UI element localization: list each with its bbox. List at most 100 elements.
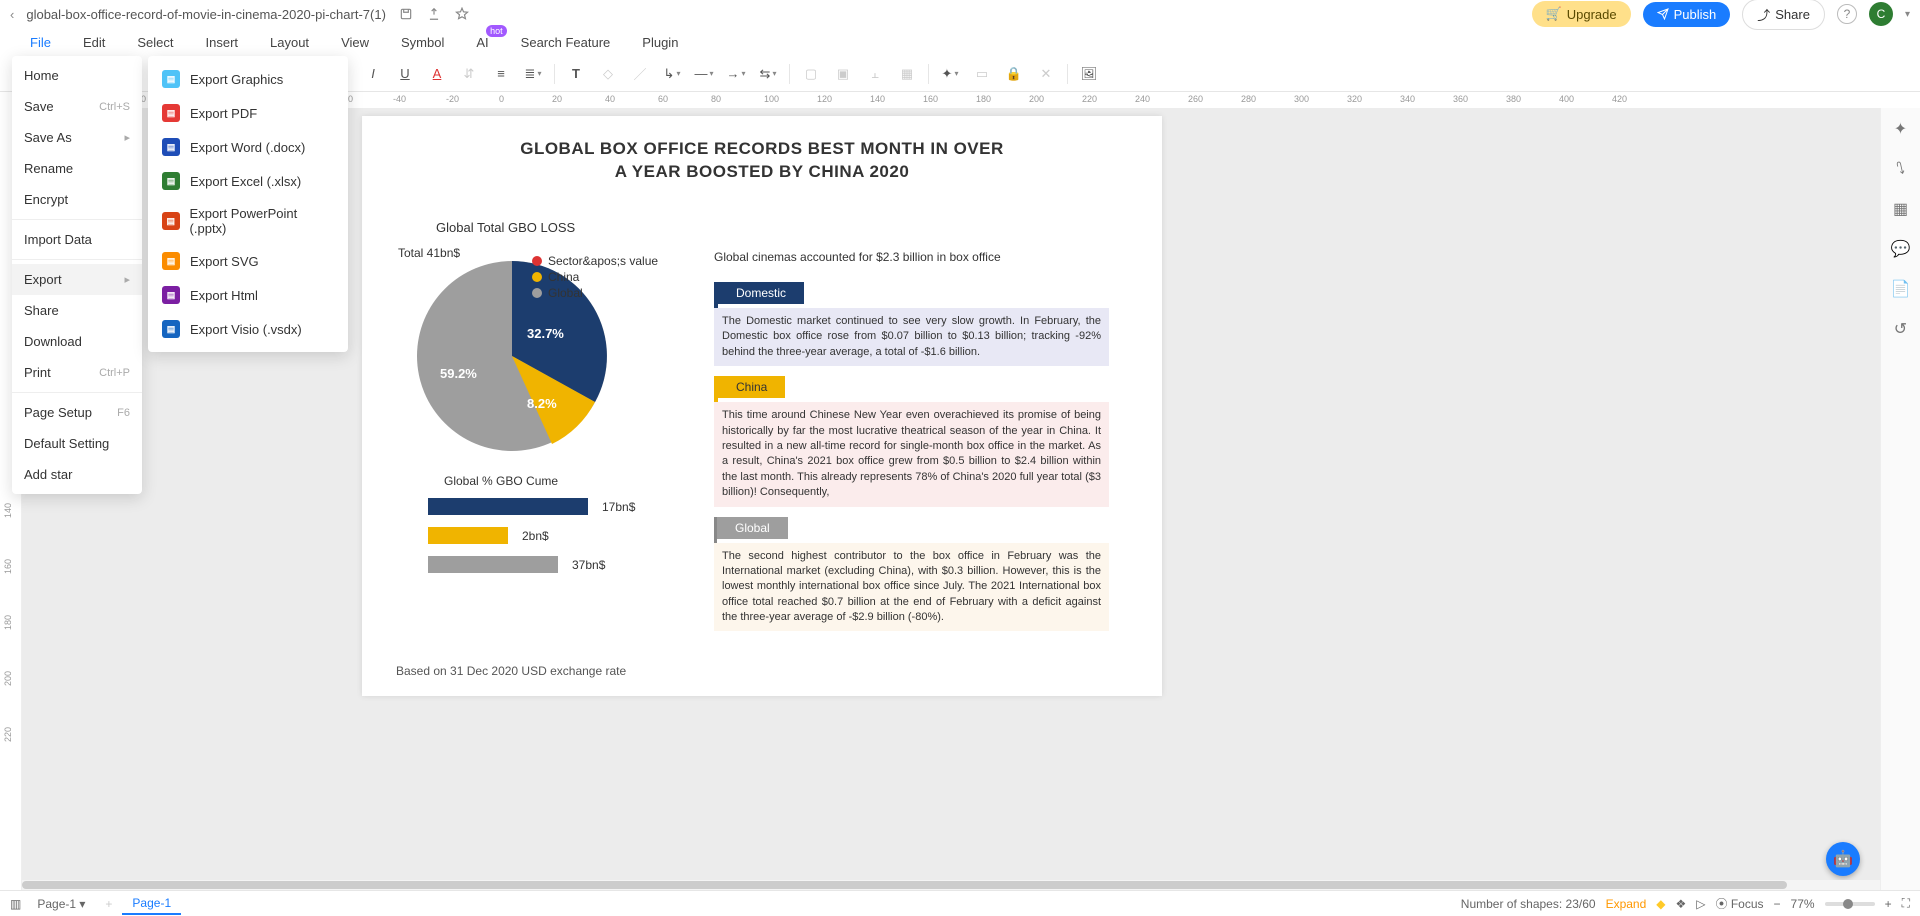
- export-export-graphics[interactable]: ▤Export Graphics: [148, 62, 348, 96]
- avatar-menu-caret[interactable]: ▾: [1905, 9, 1910, 20]
- right-sidebar: ✦ ⭛ ▦ 💬 📄 ↺: [1880, 108, 1920, 890]
- upgrade-button[interactable]: 🛒 Upgrade: [1532, 1, 1631, 27]
- layers-icon[interactable]: ❖: [1676, 897, 1687, 911]
- file-menu-default-setting[interactable]: Default Setting: [12, 428, 142, 459]
- shapes-count: Number of shapes: 23/60: [1461, 897, 1596, 911]
- layer-button-1[interactable]: ▢: [800, 63, 822, 85]
- lock-button[interactable]: 🔒: [1003, 63, 1025, 85]
- crop-button[interactable]: ▭: [971, 63, 993, 85]
- line-weight-button[interactable]: ―: [693, 63, 715, 85]
- menu-layout[interactable]: Layout: [270, 35, 309, 50]
- export-icon[interactable]: [426, 6, 442, 22]
- upgrade-label: Upgrade: [1567, 7, 1617, 22]
- image-button[interactable]: 🖼: [1078, 63, 1100, 85]
- file-menu-share[interactable]: Share: [12, 295, 142, 326]
- comment-icon[interactable]: 💬: [1890, 238, 1912, 260]
- export-submenu: ▤Export Graphics▤Export PDF▤Export Word …: [148, 56, 348, 352]
- title-bar: ‹ global-box-office-record-of-movie-in-c…: [0, 0, 1920, 28]
- export-export-powerpoint-pptx-[interactable]: ▤Export PowerPoint (.pptx): [148, 198, 348, 244]
- star-icon[interactable]: [454, 6, 470, 22]
- chat-bubble-icon[interactable]: 🤖: [1826, 842, 1860, 876]
- menu-symbol[interactable]: Symbol: [401, 35, 444, 50]
- legend-china: China: [548, 270, 579, 284]
- menu-view[interactable]: View: [341, 35, 369, 50]
- file-menu-save-as[interactable]: Save As▸: [12, 122, 142, 153]
- effects-button[interactable]: ✦: [939, 63, 961, 85]
- fill-button[interactable]: ◇: [597, 63, 619, 85]
- publish-label: Publish: [1674, 7, 1717, 22]
- export-export-excel-xlsx-[interactable]: ▤Export Excel (.xlsx): [148, 164, 348, 198]
- file-menu-download[interactable]: Download: [12, 326, 142, 357]
- menu-select[interactable]: Select: [137, 35, 173, 50]
- text-tool-button[interactable]: T: [565, 63, 587, 85]
- publish-button[interactable]: Publish: [1643, 2, 1731, 27]
- legend-title: Sector&apos;s value: [548, 254, 658, 268]
- arrow-style-button[interactable]: ⇆: [757, 63, 779, 85]
- line-spacing-button[interactable]: ≣: [522, 63, 544, 85]
- group-button[interactable]: ▦: [896, 63, 918, 85]
- file-menu-home[interactable]: Home: [12, 60, 142, 91]
- italic-button[interactable]: I: [362, 63, 384, 85]
- file-menu-add-star[interactable]: Add star: [12, 459, 142, 490]
- file-menu: HomeSaveCtrl+SSave As▸RenameEncrypt Impor…: [12, 56, 142, 494]
- save-icon[interactable]: [398, 6, 414, 22]
- file-menu-page-setup[interactable]: Page SetupF6: [12, 397, 142, 428]
- file-menu-save[interactable]: SaveCtrl+S: [12, 91, 142, 122]
- layer-button-2[interactable]: ▣: [832, 63, 854, 85]
- menu-search-feature[interactable]: Search Feature: [521, 35, 611, 50]
- file-menu-encrypt[interactable]: Encrypt: [12, 184, 142, 215]
- avatar[interactable]: C: [1869, 2, 1893, 26]
- legend-global: Global: [548, 286, 583, 300]
- present-icon[interactable]: ▷: [1696, 897, 1705, 911]
- menu-edit[interactable]: Edit: [83, 35, 105, 50]
- line-color-button[interactable]: ／: [629, 63, 651, 85]
- export-export-html[interactable]: ▤Export Html: [148, 278, 348, 312]
- line-dash-button[interactable]: →: [725, 63, 747, 85]
- back-icon[interactable]: ‹: [10, 7, 14, 22]
- underline-button[interactable]: U: [394, 63, 416, 85]
- file-menu-export[interactable]: Export▸: [12, 264, 142, 295]
- menu-plugin[interactable]: Plugin: [642, 35, 678, 50]
- pie-label-china: 8.2%: [527, 396, 557, 411]
- share-button[interactable]: ⤴ Share: [1742, 0, 1825, 30]
- bar-title: Global % GBO Cume: [444, 474, 558, 488]
- doc-icon[interactable]: 📄: [1890, 278, 1912, 300]
- h-scrollbar[interactable]: [22, 880, 1880, 890]
- export-export-word-docx-[interactable]: ▤Export Word (.docx): [148, 130, 348, 164]
- history-icon[interactable]: ↺: [1890, 318, 1912, 340]
- file-menu-print[interactable]: PrintCtrl+P: [12, 357, 142, 388]
- menu-file[interactable]: File: [30, 35, 51, 50]
- fullscreen-icon[interactable]: ⛶: [1902, 896, 1910, 911]
- focus-toggle[interactable]: ⦿ Focus: [1716, 895, 1764, 912]
- page-content[interactable]: GLOBAL BOX OFFICE RECORDS BEST MONTH IN …: [362, 116, 1162, 696]
- pointer-tool-icon[interactable]: ✦: [1890, 118, 1912, 140]
- help-icon[interactable]: ?: [1837, 4, 1857, 24]
- zoom-value: 77%: [1791, 897, 1815, 911]
- export-export-pdf[interactable]: ▤Export PDF: [148, 96, 348, 130]
- font-color-button[interactable]: A: [426, 63, 448, 85]
- menu-ai[interactable]: AIhot: [476, 35, 488, 50]
- zoom-in-button[interactable]: +: [1885, 897, 1892, 911]
- panel-toggle-icon[interactable]: ⭛: [1890, 158, 1912, 180]
- file-menu-rename[interactable]: Rename: [12, 153, 142, 184]
- export-export-svg[interactable]: ▤Export SVG: [148, 244, 348, 278]
- grid-icon[interactable]: ▦: [1890, 198, 1912, 220]
- page-tab-active[interactable]: Page-1: [122, 893, 181, 915]
- diamond-icon[interactable]: ◆: [1656, 897, 1665, 911]
- menu-insert[interactable]: Insert: [206, 35, 239, 50]
- connector-button[interactable]: ↳: [661, 63, 683, 85]
- align-obj-button[interactable]: ⫠: [864, 63, 886, 85]
- align-vert-button[interactable]: ⇵: [458, 63, 480, 85]
- page-tab-dropdown[interactable]: Page-1 ▾: [27, 894, 95, 914]
- zoom-out-button[interactable]: −: [1774, 897, 1781, 911]
- tools-button[interactable]: ✕: [1035, 63, 1057, 85]
- pie-label-domestic: 32.7%: [527, 326, 564, 341]
- pages-icon[interactable]: ▥: [10, 897, 21, 911]
- menu-bar: File Edit Select Insert Layout View Symbol AIho…: [0, 28, 1920, 56]
- file-menu-import-data[interactable]: Import Data: [12, 224, 142, 255]
- align-left-button[interactable]: ≡: [490, 63, 512, 85]
- right-heading: Global cinemas accounted for $2.3 billio…: [714, 250, 1109, 264]
- footnote: Based on 31 Dec 2020 USD exchange rate: [396, 664, 626, 678]
- expand-link[interactable]: Expand: [1606, 897, 1647, 911]
- export-export-visio-vsdx-[interactable]: ▤Export Visio (.vsdx): [148, 312, 348, 346]
